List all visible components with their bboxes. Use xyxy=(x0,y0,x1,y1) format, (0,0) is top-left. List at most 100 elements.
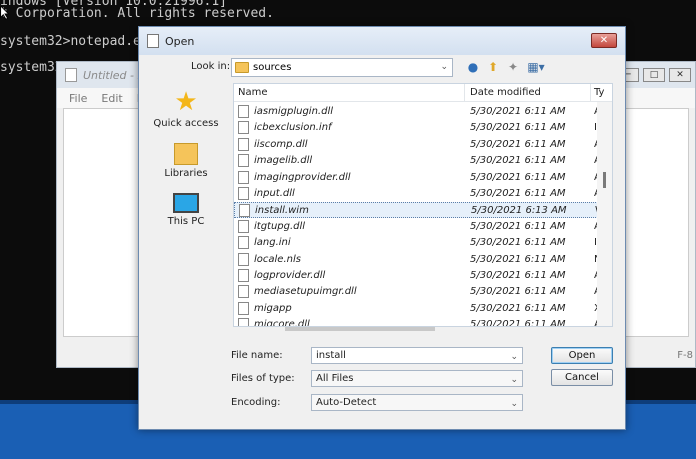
file-date: 5/30/2021 6:13 AM xyxy=(471,205,567,217)
file-row[interactable]: iasmigplugin.dll5/30/2021 6:11 AMAp xyxy=(234,104,612,120)
files-of-type-label: Files of type: xyxy=(231,373,295,384)
file-date: 5/30/2021 6:11 AM xyxy=(470,319,566,327)
file-icon xyxy=(238,154,249,168)
vertical-scrollbar[interactable] xyxy=(597,102,612,326)
column-type[interactable]: Ty xyxy=(594,87,604,98)
maximize-button[interactable]: □ xyxy=(643,68,665,82)
place-quick-access[interactable]: ★ Quick access xyxy=(145,89,227,129)
file-name-label: File name: xyxy=(231,350,283,361)
file-name: locale.nls xyxy=(254,253,301,265)
chevron-down-icon[interactable]: ⌄ xyxy=(510,350,518,365)
column-name[interactable]: Name xyxy=(238,87,268,98)
file-name-value: install xyxy=(316,350,346,361)
dialog-titlebar[interactable]: Open xyxy=(139,27,625,55)
new-folder-icon[interactable]: ✦ xyxy=(505,59,521,75)
file-name: logprovider.dll xyxy=(254,270,326,281)
file-row[interactable]: migapp5/30/2021 6:11 AMXN xyxy=(234,301,612,317)
file-name: migcore.dll xyxy=(254,319,310,327)
file-date: 5/30/2021 6:11 AM xyxy=(470,237,566,249)
file-icon xyxy=(238,170,249,184)
close-button[interactable]: ✕ xyxy=(669,68,691,82)
file-name: itgtupg.dll xyxy=(254,220,306,232)
open-dialog: Open ✕ Look in: sources ⌄ ● ⬆ ✦ ▦▾ ★ Qui… xyxy=(138,26,626,430)
file-row[interactable]: logprovider.dll5/30/2021 6:11 AMAp xyxy=(234,268,612,284)
file-name: icbexclusion.inf xyxy=(254,122,332,134)
file-date: 5/30/2021 6:11 AM xyxy=(470,302,566,314)
notepad-icon xyxy=(65,68,77,82)
file-name: iasmigplugin.dll xyxy=(254,106,333,117)
file-list[interactable]: Name ⌃ Date modified Ty iasmigplugin.dll… xyxy=(233,83,613,327)
dialog-close-button[interactable]: ✕ xyxy=(591,33,617,48)
open-button[interactable]: Open xyxy=(551,347,613,364)
column-date-modified[interactable]: Date modified xyxy=(470,87,541,98)
file-date: 5/30/2021 6:11 AM xyxy=(470,286,566,298)
file-row[interactable]: install.wim5/30/2021 6:13 AMW xyxy=(234,202,612,219)
file-icon xyxy=(238,269,249,282)
file-icon xyxy=(238,301,249,315)
file-name: iiscomp.dll xyxy=(254,138,308,150)
files-of-type-value: All Files xyxy=(316,373,354,384)
file-icon xyxy=(238,318,249,326)
file-icon xyxy=(238,219,249,233)
file-row[interactable]: migcore.dll5/30/2021 6:11 AMAp xyxy=(234,317,612,327)
cancel-button[interactable]: Cancel xyxy=(551,369,613,386)
place-label: Libraries xyxy=(164,168,208,179)
encoding-select[interactable]: Auto-Detect ⌄ xyxy=(311,394,523,411)
back-icon[interactable]: ● xyxy=(465,59,481,75)
file-row[interactable]: imagingprovider.dll5/30/2021 6:11 AMAp xyxy=(234,170,612,186)
mouse-cursor-icon xyxy=(0,6,10,20)
file-row[interactable]: mediasetupuimgr.dll5/30/2021 6:11 AMAp xyxy=(234,284,612,300)
file-name: migapp xyxy=(254,302,292,314)
file-name-input[interactable]: install ⌄ xyxy=(311,347,523,364)
file-row[interactable]: iiscomp.dll5/30/2021 6:11 AMAp xyxy=(234,137,612,153)
files-of-type-select[interactable]: All Files ⌄ xyxy=(311,370,523,387)
file-icon xyxy=(239,204,250,218)
dialog-icon xyxy=(147,34,159,48)
file-name: mediasetupuimgr.dll xyxy=(254,286,357,298)
scroll-thumb[interactable] xyxy=(603,172,606,188)
place-label: Quick access xyxy=(153,118,219,129)
view-menu-icon[interactable]: ▦▾ xyxy=(525,59,547,75)
file-date: 5/30/2021 6:11 AM xyxy=(470,171,566,183)
file-name: imagelib.dll xyxy=(254,155,313,167)
chevron-down-icon: ⌄ xyxy=(510,375,518,385)
file-date: 5/30/2021 6:11 AM xyxy=(470,220,566,232)
look-in-select[interactable]: sources ⌄ xyxy=(231,58,453,77)
dialog-title: Open xyxy=(165,34,195,48)
horizontal-scrollbar[interactable] xyxy=(285,327,435,331)
up-folder-icon[interactable]: ⬆ xyxy=(485,59,501,75)
place-label: This PC xyxy=(167,216,205,227)
file-icon xyxy=(238,105,249,118)
encoding-status: F-8 xyxy=(677,350,693,361)
file-row[interactable]: lang.ini5/30/2021 6:11 AMIN xyxy=(234,235,612,251)
encoding-label: Encoding: xyxy=(231,397,281,408)
file-date: 5/30/2021 6:11 AM xyxy=(470,106,566,117)
look-in-value: sources xyxy=(253,62,292,73)
sort-ascending-icon: ⌃ xyxy=(344,83,352,90)
file-date: 5/30/2021 6:11 AM xyxy=(470,253,566,265)
console-line: system32>notepad.exe xyxy=(0,34,157,49)
menu-file[interactable]: File xyxy=(69,92,87,105)
file-list-header: Name ⌃ Date modified Ty xyxy=(234,83,612,102)
file-row[interactable]: imagelib.dll5/30/2021 6:11 AMAp xyxy=(234,153,612,169)
file-name: input.dll xyxy=(254,188,295,199)
computer-icon xyxy=(173,193,199,213)
file-icon xyxy=(238,252,249,266)
notepad-title: Untitled - N xyxy=(83,68,146,82)
place-libraries[interactable]: Libraries xyxy=(145,143,227,179)
chevron-down-icon: ⌄ xyxy=(440,62,448,72)
file-row[interactable]: icbexclusion.inf5/30/2021 6:11 AMIN xyxy=(234,120,612,136)
file-icon xyxy=(238,137,249,151)
menu-edit[interactable]: Edit xyxy=(101,92,122,105)
star-icon: ★ xyxy=(174,87,198,117)
file-row[interactable]: input.dll5/30/2021 6:11 AMAp xyxy=(234,186,612,202)
file-row[interactable]: locale.nls5/30/2021 6:11 AMNI xyxy=(234,252,612,268)
file-icon xyxy=(238,187,249,200)
file-name: imagingprovider.dll xyxy=(254,171,351,183)
file-name: lang.ini xyxy=(254,237,291,249)
chevron-down-icon: ⌄ xyxy=(510,399,518,409)
file-date: 5/30/2021 6:11 AM xyxy=(470,188,566,199)
place-this-pc[interactable]: This PC xyxy=(145,193,227,227)
folder-icon xyxy=(235,62,249,73)
file-row[interactable]: itgtupg.dll5/30/2021 6:11 AMAp xyxy=(234,219,612,235)
